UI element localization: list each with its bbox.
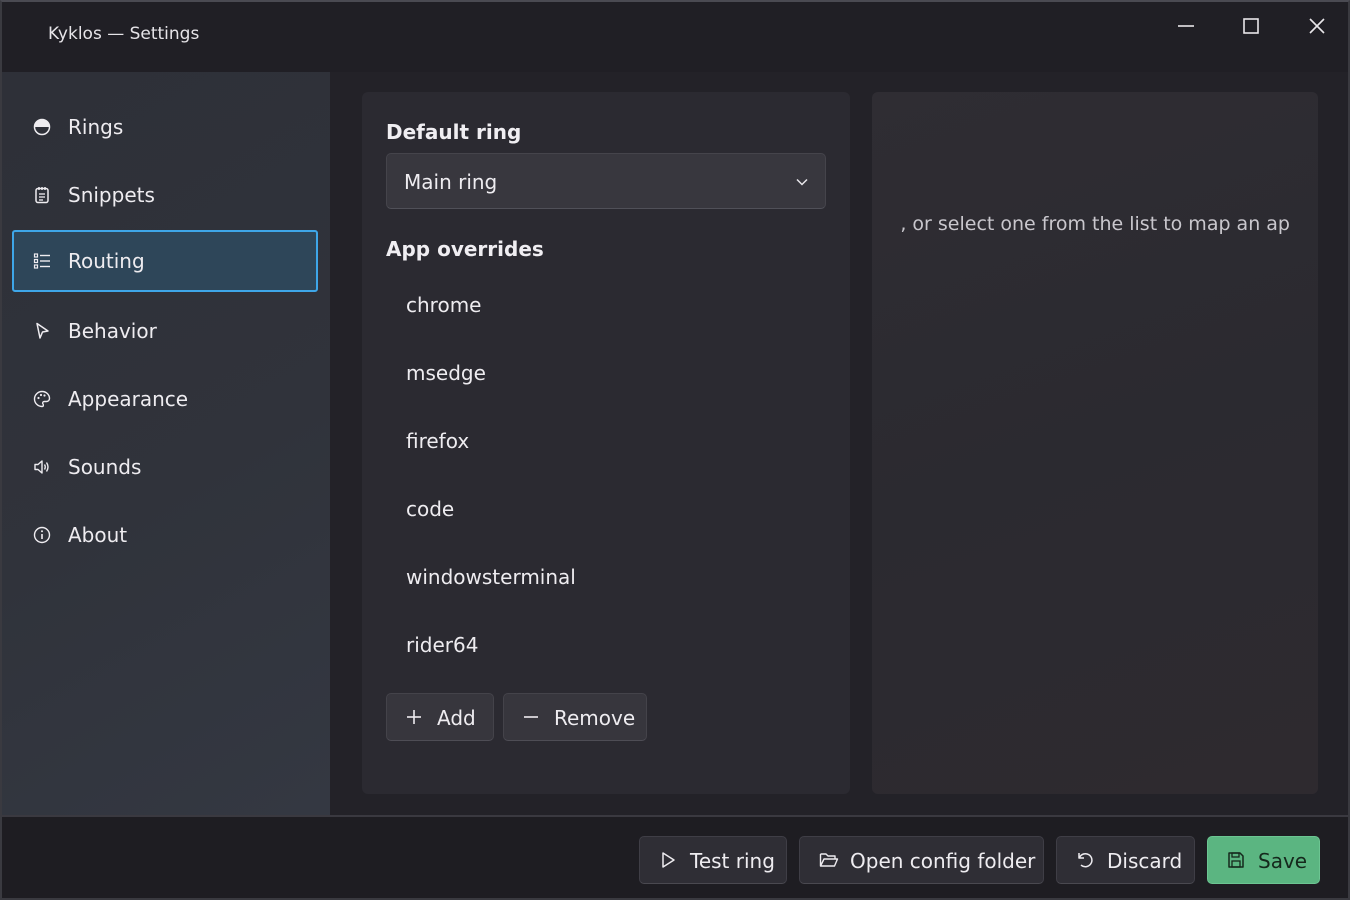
list-item-label: chrome [406, 293, 482, 317]
content-area: Default ring Main ring App overrides chr… [330, 72, 1348, 815]
sidebar-item-label: Behavior [68, 319, 157, 343]
list-item-msedge[interactable]: msedge [386, 343, 826, 403]
override-detail-card: le, or select one from the list to map a… [872, 92, 1318, 794]
add-label: Add [437, 706, 476, 730]
speaker-icon [32, 457, 52, 477]
sidebar-item-label: Sounds [68, 455, 142, 479]
default-ring-value: Main ring [404, 170, 498, 194]
remove-override-button[interactable]: Remove [503, 693, 647, 741]
plus-icon [405, 708, 423, 730]
chevron-down-icon [795, 174, 809, 193]
notepad-icon [32, 185, 52, 205]
discard-button[interactable]: Discard [1056, 836, 1195, 884]
sidebar-item-label: Appearance [68, 387, 189, 411]
footer-bar: Test ring Open config folder Discard Sav… [2, 815, 1348, 898]
add-override-button[interactable]: Add [386, 693, 494, 741]
remove-label: Remove [554, 706, 636, 730]
save-label: Save [1258, 849, 1308, 873]
undo-icon [1076, 851, 1094, 873]
sidebar-item-label: About [68, 523, 128, 547]
list-item-label: rider64 [406, 633, 479, 657]
title-bar: Kyklos — Settings [2, 2, 1348, 72]
sidebar-item-rings[interactable]: Rings [12, 96, 318, 158]
default-ring-title: Default ring [386, 120, 522, 144]
close-window-button[interactable] [1287, 8, 1347, 44]
list-item-label: msedge [406, 361, 486, 385]
list-item-chrome[interactable]: chrome [386, 275, 826, 335]
save-icon [1227, 851, 1245, 873]
play-icon [659, 851, 677, 873]
save-button[interactable]: Save [1207, 836, 1320, 884]
detail-hint-text-content: le, or select one from the list to map a… [900, 213, 1290, 235]
list-item-label: code [406, 497, 455, 521]
sidebar-item-label: Rings [68, 115, 124, 139]
info-icon [32, 525, 52, 545]
folder-open-icon [819, 851, 839, 873]
window-title: Kyklos — Settings [48, 24, 200, 44]
list-item-rider64[interactable]: rider64 [386, 615, 826, 675]
ring-half-icon [32, 117, 52, 137]
sidebar-item-appearance[interactable]: Appearance [12, 368, 318, 430]
discard-label: Discard [1107, 849, 1183, 873]
list-icon [32, 251, 52, 271]
minimize-icon [1178, 25, 1194, 27]
list-item-label: windowsterminal [406, 565, 576, 589]
detail-hint-text: le, or select one from the list to map a… [900, 213, 1290, 235]
sidebar-item-label: Snippets [68, 183, 155, 207]
test-ring-label: Test ring [690, 849, 775, 873]
open-config-label: Open config folder [850, 849, 1036, 873]
list-item-windowsterminal[interactable]: windowsterminal [386, 547, 826, 607]
open-config-folder-button[interactable]: Open config folder [799, 836, 1044, 884]
cursor-pointer-icon [32, 321, 52, 341]
sidebar-item-routing[interactable]: Routing [12, 230, 318, 292]
sidebar-item-label: Routing [68, 249, 145, 273]
sidebar-item-behavior[interactable]: Behavior [12, 300, 318, 362]
app-overrides-title: App overrides [386, 237, 544, 261]
palette-icon [32, 389, 52, 409]
settings-window: Kyklos — Settings Rings Snippets Routing… [0, 0, 1350, 900]
test-ring-button[interactable]: Test ring [639, 836, 787, 884]
sidebar-item-about[interactable]: About [12, 504, 318, 566]
sidebar: Rings Snippets Routing Behavior Appearan… [2, 72, 330, 815]
list-item-firefox[interactable]: firefox [386, 411, 826, 471]
minimize-button[interactable] [1156, 8, 1216, 44]
maximize-icon [1243, 18, 1259, 34]
list-item-label: firefox [406, 429, 470, 453]
default-ring-select[interactable]: Main ring [386, 153, 826, 209]
routing-card: Default ring Main ring App overrides chr… [362, 92, 850, 794]
maximize-button[interactable] [1221, 8, 1281, 44]
list-item-code[interactable]: code [386, 479, 826, 539]
minus-icon [522, 708, 540, 730]
sidebar-item-snippets[interactable]: Snippets [12, 164, 318, 226]
sidebar-item-sounds[interactable]: Sounds [12, 436, 318, 498]
close-icon [1309, 18, 1325, 34]
